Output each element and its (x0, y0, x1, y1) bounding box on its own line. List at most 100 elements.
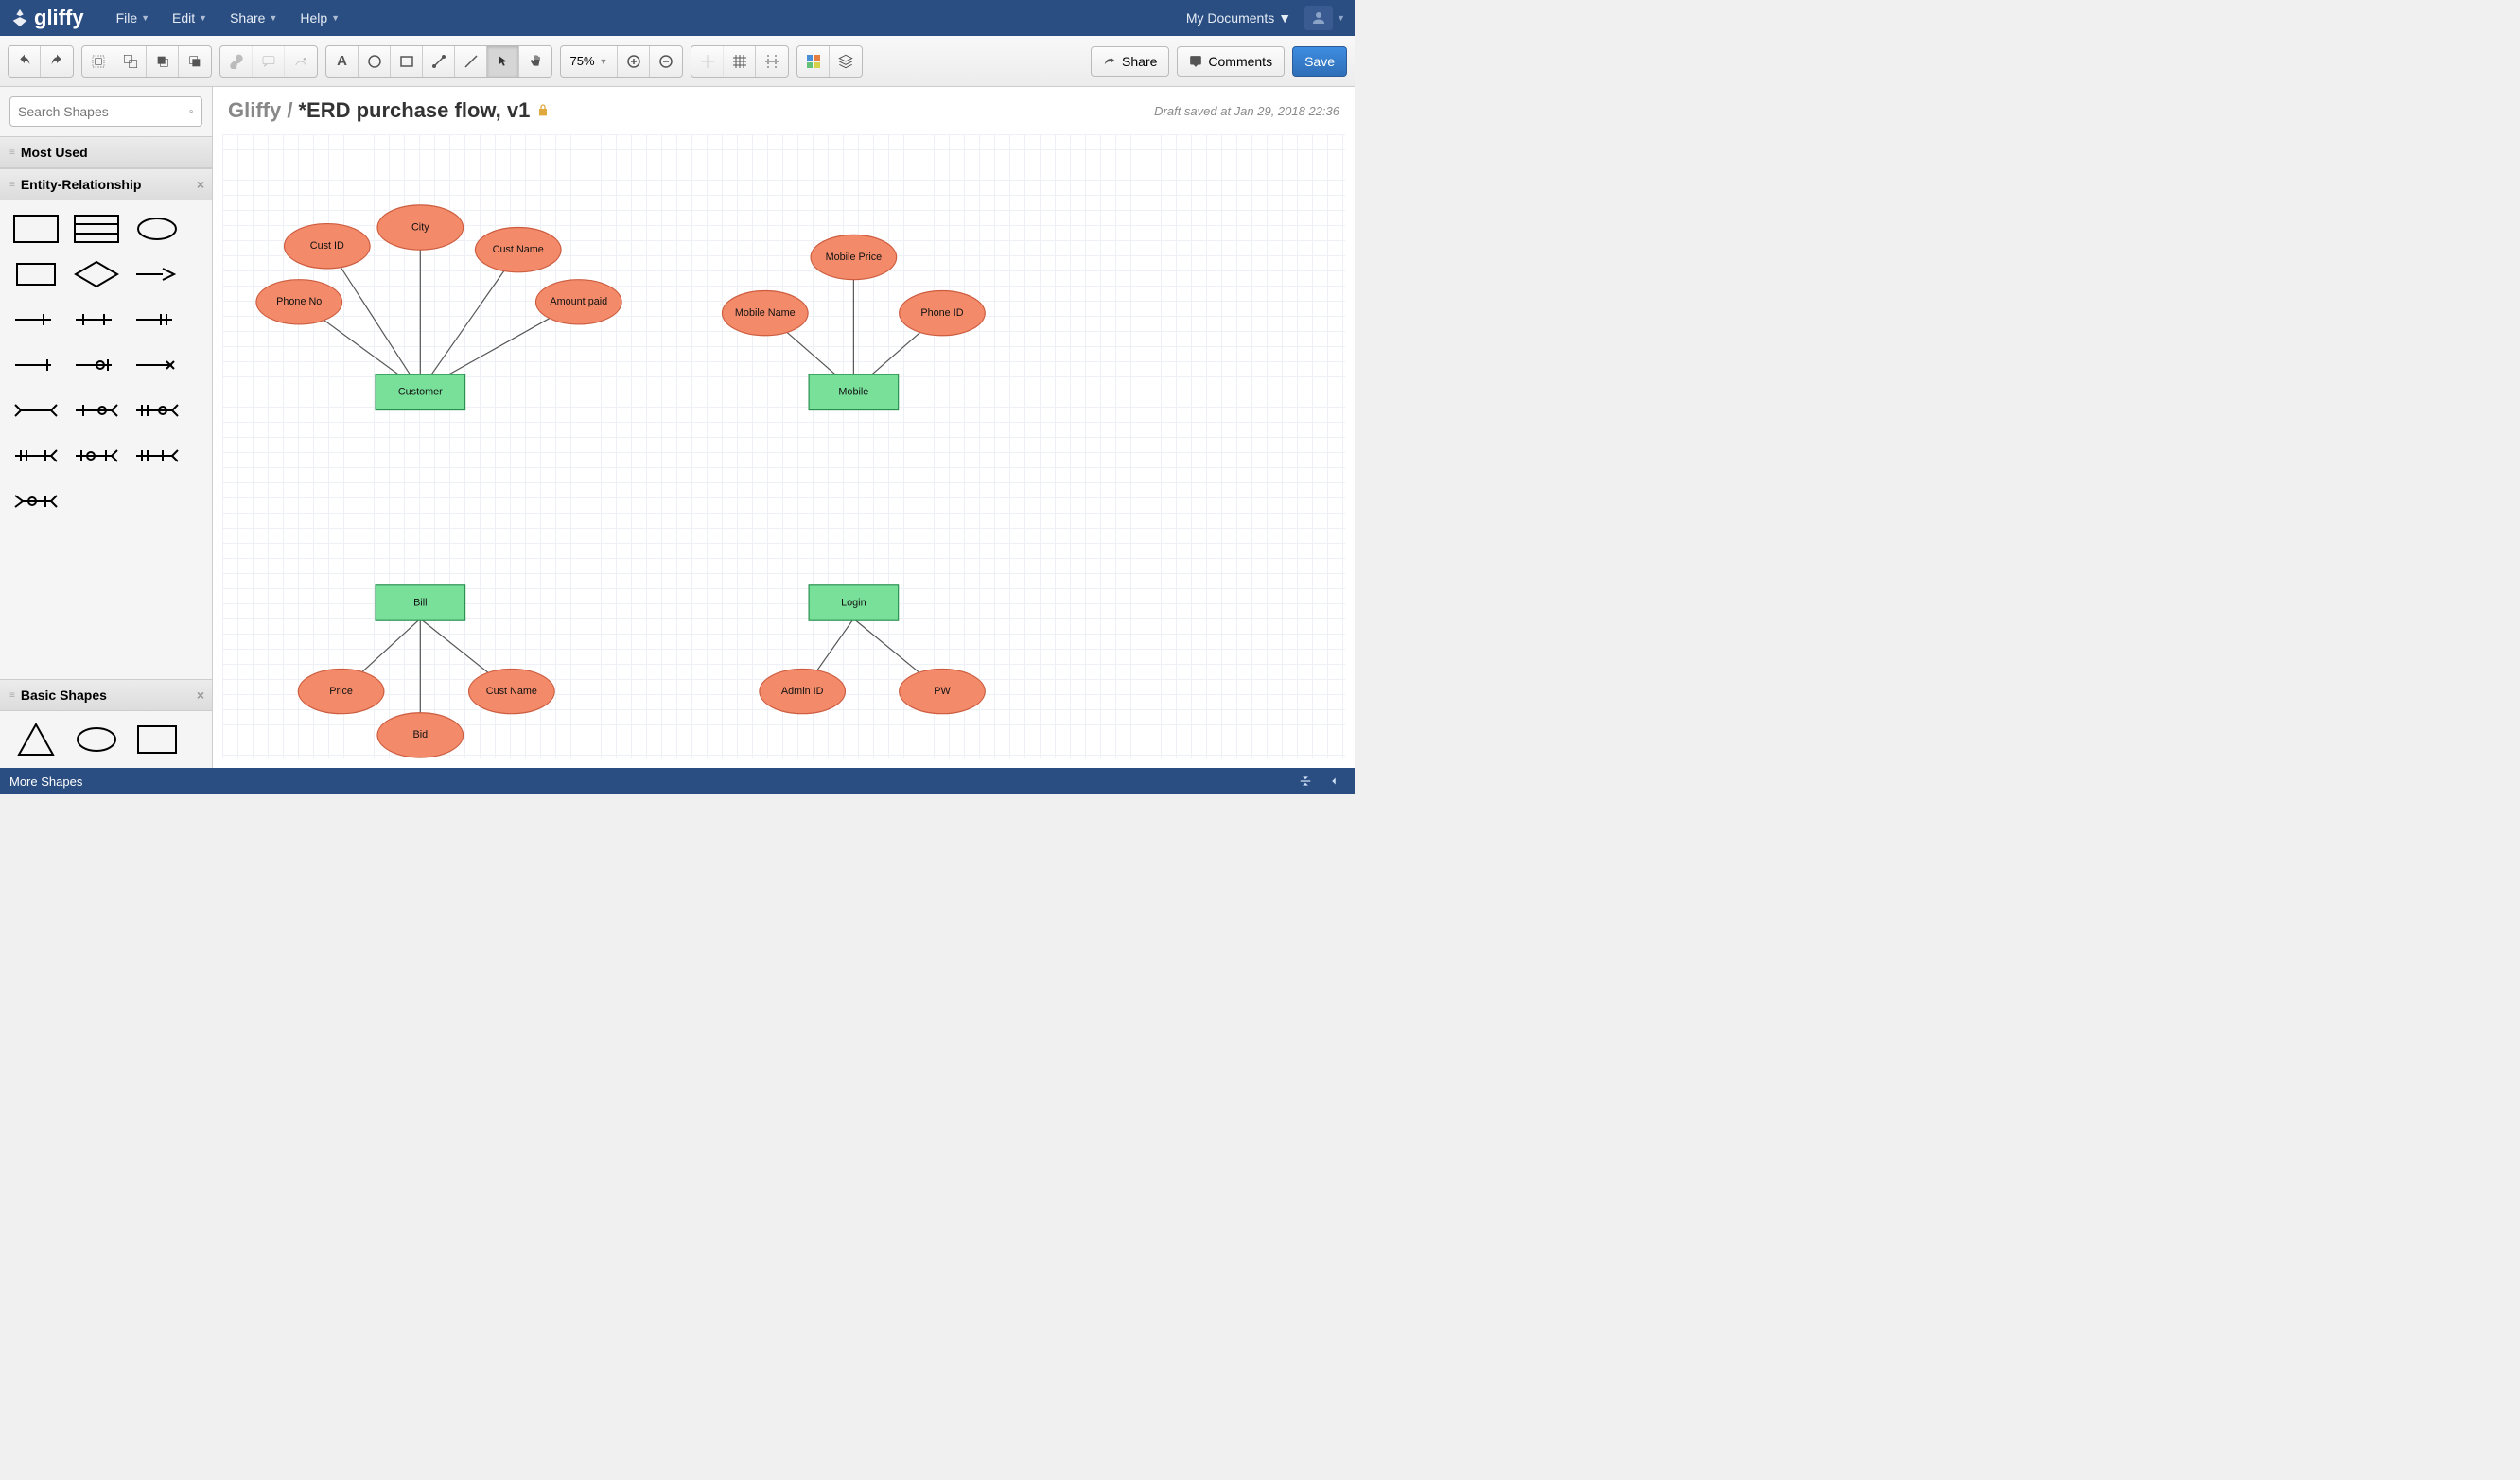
link-button (220, 46, 253, 77)
undo-button[interactable] (9, 46, 41, 77)
er-conn-circle-one-many-shape[interactable] (9, 482, 62, 520)
comments-button[interactable]: Comments (1177, 46, 1285, 77)
basic-shapes-panel (0, 711, 212, 768)
redo-icon (49, 54, 64, 69)
more-shapes-link[interactable]: More Shapes (9, 775, 82, 789)
panel-most-used[interactable]: ≡Most Used (0, 136, 212, 168)
ellipse-shape[interactable] (70, 721, 123, 758)
guide-button[interactable] (756, 46, 788, 77)
connector-tool[interactable] (423, 46, 455, 77)
menu-share[interactable]: Share▼ (220, 5, 287, 31)
toolbar: A 75%▼ Share Comments Save (0, 36, 1355, 87)
panel-entity-relationship[interactable]: ≡Entity-Relationship× (0, 168, 212, 200)
ellipse-icon (367, 54, 382, 69)
er-weak-entity-shape[interactable] (70, 210, 123, 248)
zoom-display[interactable]: 75%▼ (561, 46, 618, 77)
text-tool[interactable]: A (326, 46, 359, 77)
redo-button[interactable] (41, 46, 73, 77)
shape-search[interactable] (9, 96, 202, 127)
hand-icon (528, 54, 543, 69)
send-back-button[interactable] (179, 46, 211, 77)
menu-edit[interactable]: Edit▼ (163, 5, 217, 31)
svg-text:Bill: Bill (413, 597, 427, 608)
svg-text:City: City (411, 221, 429, 233)
breadcrumb[interactable]: Gliffy / (228, 98, 292, 123)
collapse-sidebar-button[interactable] (1294, 772, 1317, 791)
er-conn-one-one-shape[interactable] (70, 301, 123, 339)
er-conn-one-one-many-shape[interactable] (131, 437, 184, 475)
chevron-left-icon (1327, 775, 1340, 788)
pointer-icon (497, 55, 510, 68)
menu-file[interactable]: File▼ (107, 5, 159, 31)
layers-icon (838, 54, 853, 69)
chevron-down-icon: ▼ (600, 57, 608, 66)
er-conn-circle-one-shape[interactable] (70, 346, 123, 384)
er-rect2-shape[interactable] (9, 255, 62, 293)
bring-front-button[interactable] (147, 46, 179, 77)
lock-icon (535, 103, 551, 118)
rect-icon (399, 54, 414, 69)
share-button[interactable]: Share (1091, 46, 1169, 77)
er-conn-one-circle-one-many-shape[interactable] (70, 437, 123, 475)
er-conn-one-shape[interactable] (9, 301, 62, 339)
sidebar-toggle-button[interactable] (1322, 772, 1345, 791)
er-conn-one-circle-many-shape[interactable] (70, 392, 123, 429)
user-caret-icon[interactable]: ▼ (1337, 13, 1345, 23)
ungroup-button[interactable] (114, 46, 147, 77)
close-icon[interactable]: × (197, 177, 204, 192)
theme-button[interactable] (797, 46, 830, 77)
triangle-shape[interactable] (9, 721, 62, 758)
er-entity-shape[interactable] (9, 210, 62, 248)
pointer-tool[interactable] (487, 46, 519, 77)
rectangle-shape[interactable] (131, 721, 184, 758)
user-menu[interactable] (1304, 6, 1333, 30)
group-icon (91, 54, 106, 69)
canvas-grid[interactable]: Phone No Cust ID City Cust Name Amount p… (222, 134, 1345, 758)
er-attribute-shape[interactable] (131, 210, 184, 248)
note-icon (261, 54, 276, 69)
snap-button (691, 46, 724, 77)
rect-tool[interactable] (391, 46, 423, 77)
popup-button (285, 46, 317, 77)
er-conn-plus-shape[interactable] (9, 346, 62, 384)
zoom-in-button[interactable] (618, 46, 650, 77)
ellipse-tool[interactable] (359, 46, 391, 77)
er-conn-dh-shape[interactable] (9, 437, 62, 475)
er-relationship-shape[interactable] (70, 255, 123, 293)
er-conn-cross-shape[interactable] (131, 255, 184, 293)
grip-icon: ≡ (9, 180, 15, 190)
zoom-out-button[interactable] (650, 46, 682, 77)
erd-diagram[interactable]: Phone No Cust ID City Cust Name Amount p… (222, 134, 1345, 758)
pan-tool[interactable] (519, 46, 551, 77)
svg-text:Login: Login (841, 597, 866, 608)
snap-icon (700, 54, 715, 69)
group-button[interactable] (82, 46, 114, 77)
er-conn-double-circle-many-shape[interactable] (131, 392, 184, 429)
menu-help[interactable]: Help▼ (290, 5, 349, 31)
plus-circle-icon (626, 54, 641, 69)
layers-button[interactable] (830, 46, 862, 77)
svg-text:Admin ID: Admin ID (781, 686, 824, 697)
save-button[interactable]: Save (1292, 46, 1347, 77)
svg-text:Price: Price (329, 686, 353, 697)
er-conn-double-shape[interactable] (131, 301, 184, 339)
svg-text:PW: PW (934, 686, 951, 697)
text-icon: A (337, 53, 347, 69)
minus-circle-icon (658, 54, 674, 69)
popup-icon (293, 54, 308, 69)
close-icon[interactable]: × (197, 688, 204, 703)
my-documents-link[interactable]: My Documents▼ (1186, 10, 1291, 26)
comments-icon (1189, 55, 1202, 68)
line-tool[interactable] (455, 46, 487, 77)
svg-text:Amount paid: Amount paid (550, 296, 607, 307)
svg-text:Customer: Customer (398, 387, 443, 398)
grid-button[interactable] (724, 46, 756, 77)
er-conn-dash-shape[interactable] (131, 346, 184, 384)
doc-title[interactable]: *ERD purchase flow, v1 (298, 98, 551, 123)
sidebar: ≡Most Used ≡Entity-Relationship× (0, 87, 213, 768)
canvas[interactable]: Gliffy / *ERD purchase flow, v1 Draft sa… (213, 87, 1355, 768)
grip-icon: ≡ (9, 148, 15, 158)
search-input[interactable] (18, 104, 189, 119)
panel-basic-shapes[interactable]: ≡Basic Shapes× (0, 679, 212, 711)
er-conn-many-shape[interactable] (9, 392, 62, 429)
